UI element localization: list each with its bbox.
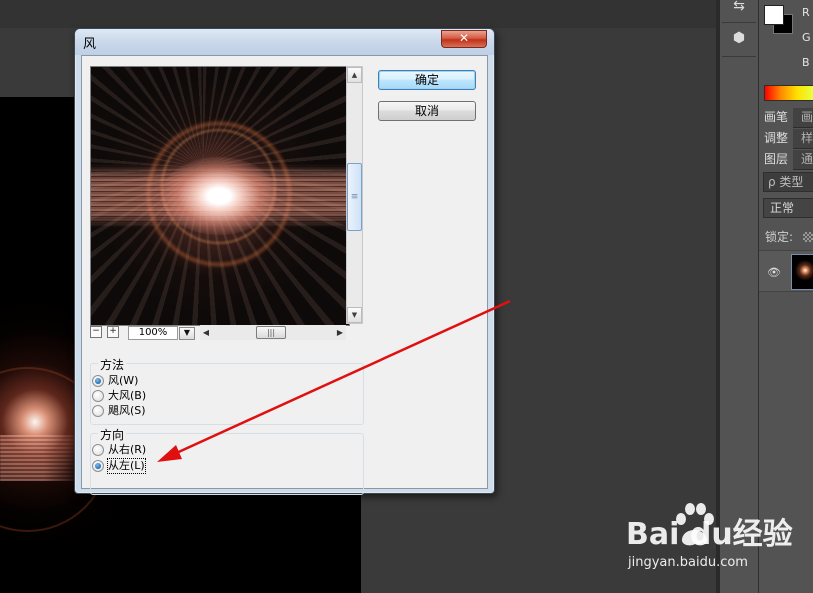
tab-adjustments[interactable]: 调整 bbox=[759, 129, 794, 149]
scroll-right-icon[interactable]: ▶ bbox=[334, 326, 346, 339]
baidu-jingyan-watermark: Bai du经验 jingyan.baidu.com bbox=[618, 503, 808, 581]
radio-label: 飓风(S) bbox=[108, 404, 146, 417]
lock-transparent-pixels-icon[interactable] bbox=[803, 232, 813, 242]
tab-channels[interactable]: 通 bbox=[796, 150, 813, 170]
foreground-color-swatch[interactable] bbox=[764, 5, 784, 25]
radio-label: 从右(R) bbox=[108, 443, 147, 456]
method-group-label: 方法 bbox=[98, 356, 127, 373]
tab-brushes[interactable]: 画笔 bbox=[759, 108, 794, 128]
radio-button[interactable] bbox=[92, 444, 104, 456]
dialog-client-area: ▲ ≡ ▼ − + 100% ▼ ◀ ||| ▶ 确定 取消 方法 风(W) 大… bbox=[81, 55, 488, 495]
eye-icon[interactable]: 👁 bbox=[767, 266, 781, 279]
wind-streaks bbox=[0, 435, 80, 481]
red-channel-label: R bbox=[802, 6, 810, 19]
radio-label: 风(W) bbox=[108, 374, 139, 387]
tab-layers[interactable]: 图层 bbox=[759, 150, 794, 170]
preview-image bbox=[91, 67, 349, 325]
layers-tab-row: 图层 通 bbox=[759, 150, 813, 170]
divider bbox=[722, 56, 756, 57]
color-spectrum-bar[interactable] bbox=[764, 85, 813, 101]
radio-label: 大风(B) bbox=[108, 389, 147, 402]
vertical-scroll-thumb[interactable]: ≡ bbox=[347, 163, 362, 231]
cancel-button[interactable]: 取消 bbox=[378, 101, 476, 121]
scroll-down-button[interactable]: ▼ bbox=[347, 307, 362, 323]
preview-vertical-scrollbar[interactable]: ▲ ≡ ▼ bbox=[346, 66, 363, 324]
layer-row[interactable]: 👁 bbox=[759, 250, 813, 292]
preview-flare-core bbox=[161, 157, 277, 235]
preview-horizontal-scrollbar[interactable]: ◀ ||| ▶ bbox=[200, 325, 346, 340]
scroll-up-button[interactable]: ▲ bbox=[347, 67, 362, 83]
horizontal-scroll-thumb[interactable]: ||| bbox=[256, 326, 286, 339]
direction-group-label: 方向 bbox=[98, 426, 127, 443]
layer-thumbnail bbox=[791, 254, 813, 290]
tab-styles[interactable]: 样 bbox=[796, 129, 813, 149]
dialog-titlebar[interactable]: 风 ✕ bbox=[75, 29, 494, 55]
3d-cube-icon[interactable]: ⬢ bbox=[726, 26, 752, 50]
history-icon[interactable]: ⇆ bbox=[726, 0, 752, 18]
radio-button[interactable] bbox=[92, 460, 104, 472]
radio-label: 从左(L) bbox=[107, 458, 146, 474]
brush-tab-row: 画笔 画 bbox=[759, 108, 813, 128]
lock-label: 锁定: bbox=[765, 230, 794, 244]
ok-button[interactable]: 确定 bbox=[378, 70, 476, 90]
zoom-out-button[interactable]: − bbox=[90, 326, 102, 338]
zoom-bar: − + 100% ▼ ◀ ||| ▶ bbox=[90, 324, 350, 341]
green-channel-label: G bbox=[802, 31, 811, 44]
dialog-title: 风 bbox=[83, 37, 97, 52]
divider bbox=[722, 22, 756, 23]
zoom-in-button[interactable]: + bbox=[107, 326, 119, 338]
zoom-dropdown-button[interactable]: ▼ bbox=[179, 327, 195, 340]
scroll-left-icon[interactable]: ◀ bbox=[200, 326, 212, 339]
layer-filter-kind[interactable]: ρ 类型 bbox=[763, 172, 813, 192]
zoom-level[interactable]: 100% bbox=[128, 326, 178, 340]
watermark-url: jingyan.baidu.com bbox=[628, 555, 748, 570]
radio-button[interactable] bbox=[92, 390, 104, 402]
color-panel: R G B bbox=[759, 0, 813, 106]
adjustments-tab-row: 调整 样 bbox=[759, 129, 813, 149]
filter-preview[interactable] bbox=[90, 66, 350, 326]
chevron-down-icon: ▼ bbox=[183, 328, 191, 337]
blue-channel-label: B bbox=[802, 56, 810, 69]
baidu-paw-icon bbox=[676, 503, 714, 546]
options-bar bbox=[0, 0, 716, 28]
tab-brush-presets[interactable]: 画 bbox=[796, 108, 813, 128]
blend-mode-select[interactable]: 正常 bbox=[763, 198, 813, 218]
close-icon: ✕ bbox=[458, 31, 470, 45]
radio-button[interactable] bbox=[92, 375, 104, 387]
close-button[interactable]: ✕ bbox=[441, 30, 487, 48]
wind-filter-dialog: 风 ✕ ▲ ≡ ▼ − + 100% ▼ ◀ ||| ▶ 确定 取消 方法 风(… bbox=[74, 28, 495, 495]
radio-button[interactable] bbox=[92, 405, 104, 417]
